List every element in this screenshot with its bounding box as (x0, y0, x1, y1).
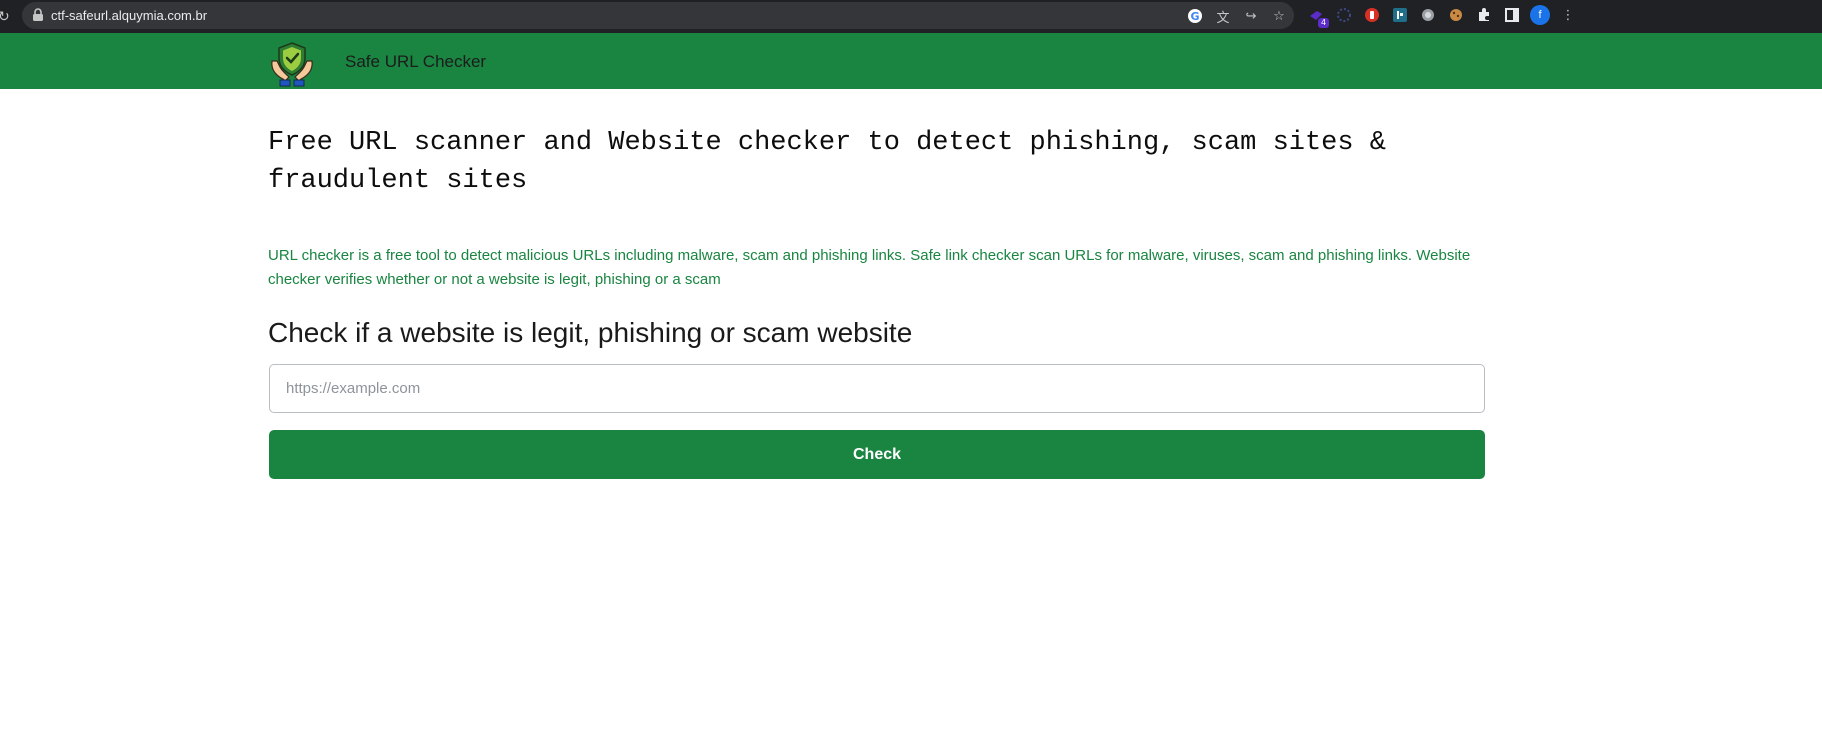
address-bar[interactable]: ctf-safeurl.alquymia.com.br G 文 ↪ ☆ (22, 2, 1294, 29)
extension-icon[interactable] (1334, 5, 1354, 25)
site-navbar: Safe URL Checker (0, 33, 1822, 89)
lock-icon[interactable] (32, 8, 44, 22)
reload-icon[interactable]: ↻ (0, 7, 12, 25)
extension-icon[interactable] (1446, 5, 1466, 25)
menu-icon[interactable]: ⋮ (1558, 5, 1578, 25)
url-text[interactable]: ctf-safeurl.alquymia.com.br (51, 7, 207, 24)
extension-icon[interactable]: 4 (1306, 5, 1329, 28)
profile-avatar[interactable]: f (1530, 5, 1550, 25)
shield-hands-logo[interactable] (268, 41, 316, 87)
extensions-area: 4 f ⋮ (1306, 5, 1578, 28)
address-bar-actions: G 文 ↪ ☆ (1186, 6, 1288, 26)
intro-text: URL checker is a free tool to detect mal… (268, 247, 1471, 288)
check-heading: Check if a website is legit, phishing or… (268, 317, 913, 348)
puzzle-icon[interactable] (1474, 5, 1494, 25)
extension-icon[interactable] (1418, 5, 1438, 25)
page-headline: Free URL scanner and Website checker to … (268, 128, 1386, 196)
browser-toolbar: ↻ ctf-safeurl.alquymia.com.br G 文 ↪ ☆ 4 (0, 0, 1822, 33)
share-icon[interactable]: ↪ (1242, 7, 1260, 25)
url-input[interactable] (269, 364, 1485, 413)
translate-icon[interactable]: 文 (1214, 7, 1232, 25)
extension-icon[interactable] (1362, 5, 1382, 25)
google-icon[interactable]: G (1186, 7, 1204, 25)
brand-title[interactable]: Safe URL Checker (345, 52, 486, 72)
check-button[interactable]: Check (269, 430, 1485, 479)
extension-badge: 4 (1318, 18, 1329, 28)
bookmark-star-icon[interactable]: ☆ (1270, 7, 1288, 25)
svg-text:G: G (1190, 10, 1199, 23)
side-panel-icon[interactable] (1502, 5, 1522, 25)
extension-icon[interactable] (1390, 5, 1410, 25)
